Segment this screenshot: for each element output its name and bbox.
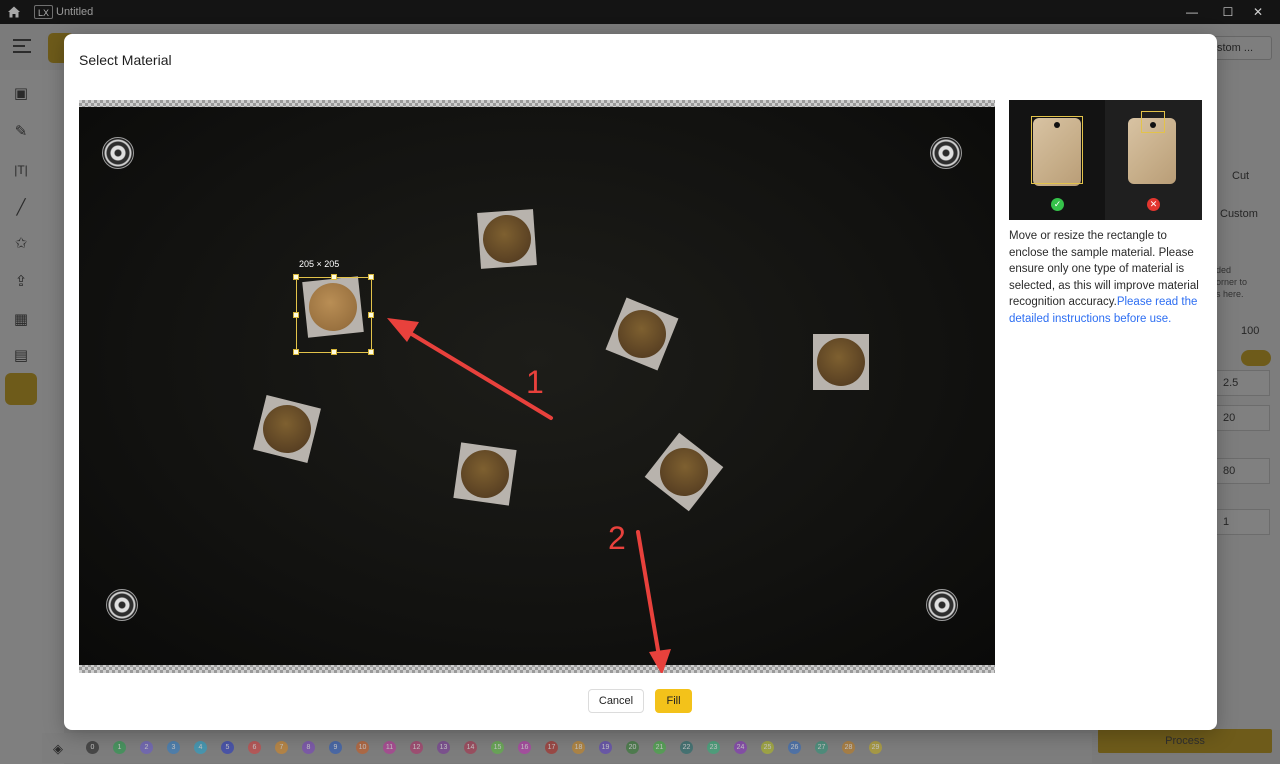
layer-dot[interactable]: 22	[680, 741, 693, 754]
layer-dot[interactable]: 16	[518, 741, 531, 754]
layer-dot[interactable]: 3	[167, 741, 180, 754]
arrow-2-head	[649, 649, 671, 673]
layer-dot[interactable]: 23	[707, 741, 720, 754]
layer-dot[interactable]: 27	[815, 741, 828, 754]
active-tool-highlight	[5, 373, 37, 405]
toggle-switch[interactable]	[1241, 350, 1271, 366]
layers-icon[interactable]: ◈	[53, 741, 63, 757]
select-material-dialog: Select Material 205 × 205 1 2 ✓ ✕ Move o…	[64, 34, 1217, 730]
panel-hint-3: s here.	[1216, 289, 1244, 299]
reference-example-image: ✓ ✕	[1009, 100, 1202, 220]
field-2[interactable]: 20	[1216, 405, 1270, 431]
layer-dot[interactable]: 19	[599, 741, 612, 754]
check-icon: ✓	[1051, 198, 1064, 211]
shape-icon[interactable]: ✩	[11, 234, 31, 254]
custom-select[interactable]: Custom	[1220, 208, 1258, 220]
device-icon[interactable]: ▤	[11, 346, 31, 366]
pen-icon[interactable]: ✎	[11, 122, 31, 142]
left-toolbar: ▣ ✎ |T| ╱ ✩ ⇪ ▦ ▤	[0, 70, 42, 764]
cut-tab[interactable]: Cut	[1232, 170, 1249, 182]
layer-dot[interactable]: 0	[86, 741, 99, 754]
layer-dot[interactable]: 5	[221, 741, 234, 754]
process-button[interactable]: Process	[1098, 729, 1272, 753]
panel-hint-2: orner to	[1216, 277, 1248, 287]
fill-button[interactable]: Fill	[655, 689, 692, 713]
arrow-2-line	[636, 530, 661, 658]
layer-dot[interactable]: 8	[302, 741, 315, 754]
cancel-button[interactable]: Cancel	[588, 689, 644, 713]
app-logo: LX	[34, 5, 54, 19]
power-value[interactable]: 100	[1241, 325, 1259, 337]
field-1[interactable]: 2.5	[1216, 370, 1270, 396]
layer-dot[interactable]: 26	[788, 741, 801, 754]
layer-dot[interactable]: 13	[437, 741, 450, 754]
text-icon[interactable]: |T|	[11, 160, 31, 180]
camera-canvas[interactable]: 205 × 205 1 2 ⟳ ⊖ ⊕	[79, 100, 995, 673]
layer-dot[interactable]: 6	[248, 741, 261, 754]
layer-dot[interactable]: 29	[869, 741, 882, 754]
layer-dot[interactable]: 12	[410, 741, 423, 754]
field-3[interactable]: 80	[1216, 458, 1270, 484]
menu-icon[interactable]	[13, 39, 31, 53]
layer-dot[interactable]: 28	[842, 741, 855, 754]
cross-icon: ✕	[1147, 198, 1160, 211]
close-window-button[interactable]: ✕	[1236, 0, 1280, 24]
panel-hint-1: ded	[1216, 265, 1232, 275]
layer-dot[interactable]: 9	[329, 741, 342, 754]
layer-dot[interactable]: 7	[275, 741, 288, 754]
annotation-number-1: 1	[526, 364, 544, 400]
layer-dot[interactable]: 21	[653, 741, 666, 754]
layout-icon[interactable]: ▦	[11, 310, 31, 330]
incorrect-example: ✕	[1105, 100, 1202, 220]
line-icon[interactable]: ╱	[11, 198, 31, 218]
layer-dot[interactable]: 20	[626, 741, 639, 754]
layer-dot[interactable]: 17	[545, 741, 558, 754]
field-4[interactable]: 1	[1216, 509, 1270, 535]
title-bar: LX Untitled — ☐ ✕	[0, 0, 1280, 24]
image-icon[interactable]: ▣	[11, 84, 31, 104]
layer-dot[interactable]: 24	[734, 741, 747, 754]
tag-hole	[1150, 122, 1156, 128]
side-panel	[42, 70, 64, 764]
layer-dot[interactable]: 4	[194, 741, 207, 754]
dialog-title: Select Material	[79, 52, 172, 68]
layer-dot[interactable]: 2	[140, 741, 153, 754]
upload-icon[interactable]: ⇪	[11, 272, 31, 292]
document-title: Untitled	[56, 6, 94, 18]
layer-dot[interactable]: 18	[572, 741, 585, 754]
layer-dot[interactable]: 25	[761, 741, 774, 754]
layer-dot[interactable]: 14	[464, 741, 477, 754]
layer-dot[interactable]: 10	[356, 741, 369, 754]
annotation-number-2: 2	[608, 520, 626, 556]
arrow-1-head	[387, 318, 419, 342]
instructions-text: Move or resize the rectangle to enclose …	[1009, 228, 1205, 327]
layer-dot[interactable]: 11	[383, 741, 396, 754]
right-panel: Cut Custom ded orner to s here. 100	[1216, 70, 1280, 730]
correct-example: ✓	[1009, 100, 1105, 220]
home-icon[interactable]	[7, 5, 21, 19]
layer-dot[interactable]: 15	[491, 741, 504, 754]
layer-dot[interactable]: 1	[113, 741, 126, 754]
tag-hole	[1054, 122, 1060, 128]
